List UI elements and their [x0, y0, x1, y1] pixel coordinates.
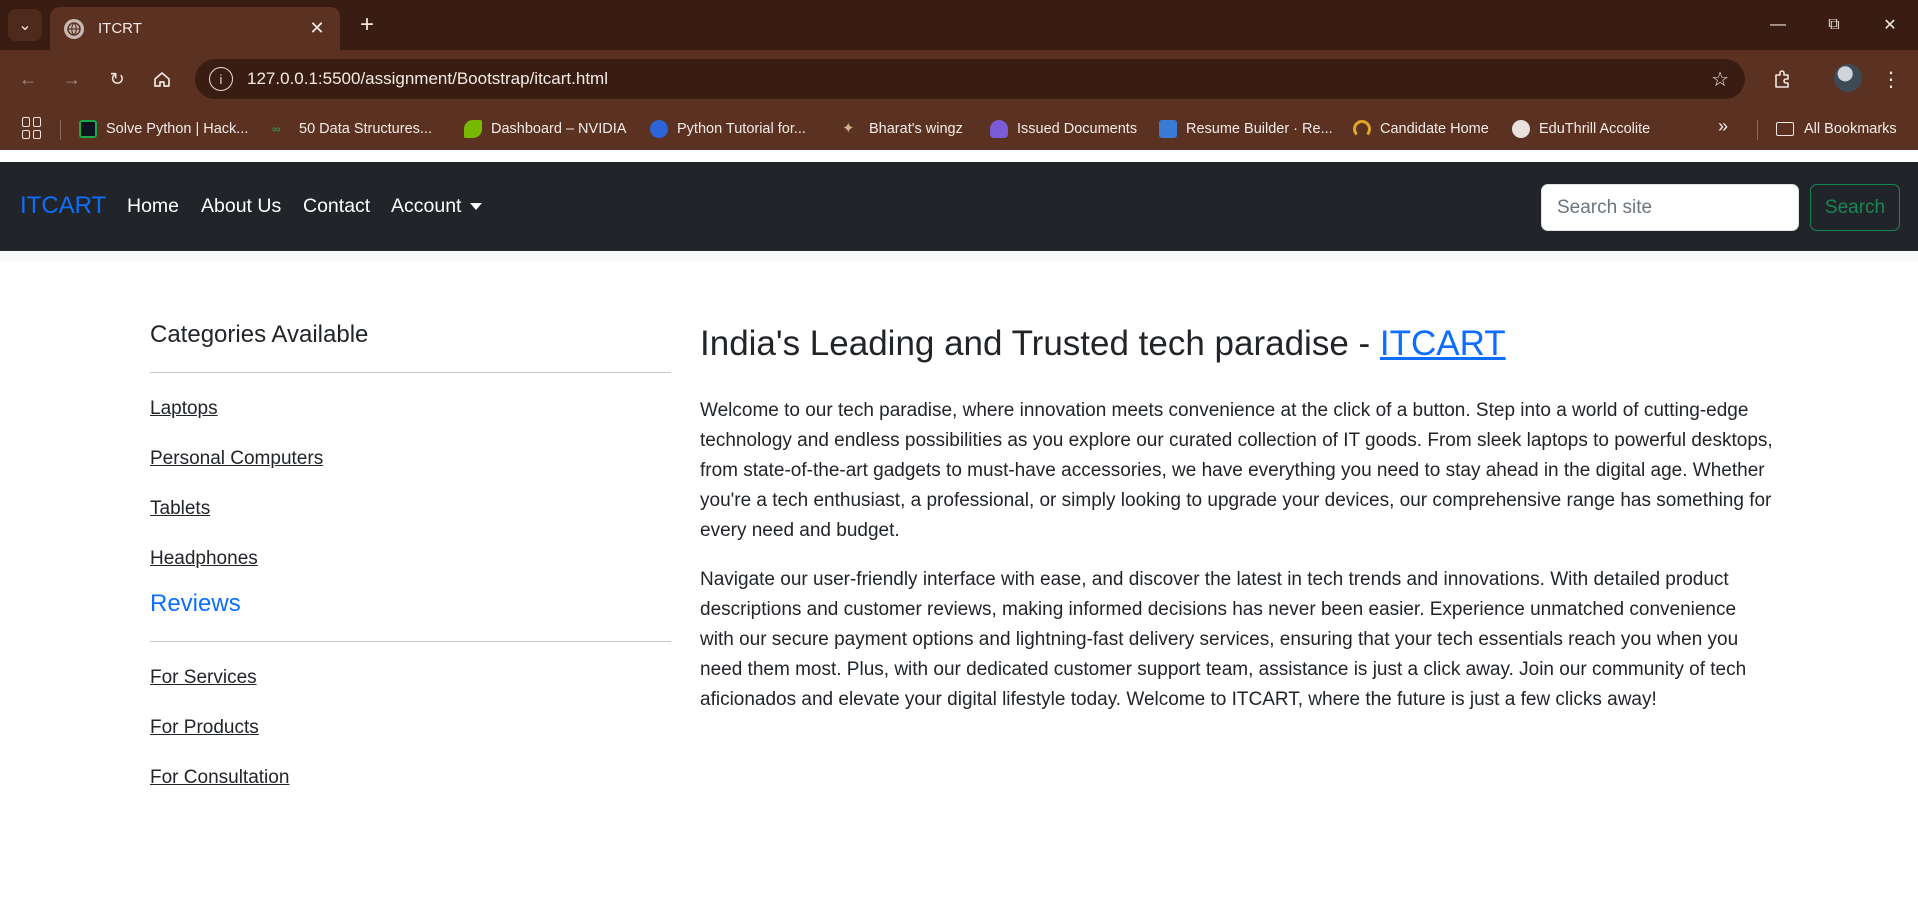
category-link-personal-computers[interactable]: Personal Computers: [150, 448, 671, 498]
nav-account-label: Account: [391, 195, 462, 217]
bookmark-label: Solve Python | Hack...: [106, 121, 249, 137]
bookmark-item[interactable]: Resume Builder · Re...: [1159, 108, 1333, 150]
tab-strip: ⌄ ITCRT ✕ + — ⧉ ✕: [0, 0, 1918, 50]
close-icon: ✕: [1883, 17, 1897, 34]
back-button[interactable]: ←: [12, 63, 44, 95]
nvidia-icon: [464, 120, 482, 138]
bookmark-label: EduThrill Accolite: [1539, 121, 1651, 137]
browser-menu-button[interactable]: ⋮: [1876, 63, 1906, 95]
category-link-tablets[interactable]: Tablets: [150, 498, 671, 548]
page-title-text: India's Leading and Trusted tech paradis…: [700, 324, 1380, 363]
minimize-icon: —: [1770, 16, 1786, 33]
puzzle-icon: [1775, 70, 1789, 88]
close-tab-icon[interactable]: ✕: [306, 18, 328, 39]
all-bookmarks-button[interactable]: All Bookmarks: [1776, 108, 1897, 150]
page-title: India's Leading and Trusted tech paradis…: [700, 321, 1775, 366]
browser-tab[interactable]: ITCRT ✕: [50, 7, 340, 50]
intro-paragraph: Welcome to our tech paradise, where inno…: [700, 400, 1773, 541]
tab-search-button[interactable]: ⌄: [8, 9, 42, 41]
itcart-link[interactable]: ITCART: [1380, 324, 1506, 363]
address-bar[interactable]: i 127.0.0.1:5500/assignment/Bootstrap/it…: [195, 59, 1745, 99]
categories-heading: Categories Available: [150, 321, 369, 348]
bookmarks-divider: [60, 120, 61, 140]
profile-avatar[interactable]: [1834, 64, 1862, 92]
resume-builder-icon: [1159, 120, 1177, 138]
review-link-products[interactable]: For Products: [150, 717, 671, 767]
eduthrill-icon: [1512, 120, 1530, 138]
review-link-services[interactable]: For Services: [150, 667, 671, 717]
nav-about-link[interactable]: About Us: [201, 195, 281, 218]
caret-down-icon: [470, 203, 483, 211]
search-input[interactable]: [1541, 184, 1799, 231]
bookmark-label: Bharat's wingz: [869, 121, 963, 137]
search-button[interactable]: Search: [1810, 184, 1900, 231]
forward-button[interactable]: →: [56, 63, 88, 95]
review-link-consultation[interactable]: For Consultation: [150, 767, 671, 817]
url-text[interactable]: 127.0.0.1:5500/assignment/Bootstrap/itca…: [247, 69, 1711, 89]
bookmark-item[interactable]: Python Tutorial for...: [650, 108, 806, 150]
geeksforgeeks-icon: ∞: [272, 122, 281, 136]
hackerrank-icon: [79, 120, 97, 138]
bookmark-item[interactable]: Solve Python | Hack...: [79, 108, 248, 150]
apps-grid-icon[interactable]: [22, 117, 44, 139]
close-window-button[interactable]: ✕: [1862, 0, 1918, 50]
bookmark-item[interactable]: EduThrill Accolite: [1512, 108, 1650, 150]
arrow-left-icon: ←: [19, 68, 37, 89]
page-viewport: ITCART Home About Us Contact Account Sea…: [0, 150, 1918, 921]
more-bookmarks-icon[interactable]: »: [1718, 116, 1728, 137]
nav-account-dropdown[interactable]: Account: [391, 195, 483, 218]
cloud-icon: [990, 120, 1008, 138]
minimize-button[interactable]: —: [1750, 0, 1806, 50]
all-bookmarks-label: All Bookmarks: [1804, 121, 1897, 137]
bookmark-item[interactable]: Issued Documents: [990, 108, 1137, 150]
main-content: India's Leading and Trusted tech paradis…: [700, 321, 1775, 715]
reload-icon: ↻: [109, 68, 125, 89]
reload-button[interactable]: ↻: [101, 63, 133, 95]
reviews-heading: Reviews: [150, 590, 241, 617]
folder-icon: [1776, 122, 1794, 136]
candidate-home-icon: [1353, 120, 1371, 138]
bookmark-label: Issued Documents: [1017, 121, 1138, 137]
bookmark-label: Python Tutorial for...: [677, 121, 806, 137]
bookmark-item[interactable]: Dashboard – NVIDIA: [464, 108, 626, 150]
bookmarks-bar: Solve Python | Hack... ∞ 50 Data Structu…: [0, 108, 1918, 150]
home-button[interactable]: [146, 63, 178, 95]
wings-icon: ✦: [842, 120, 855, 137]
bookmark-star-icon[interactable]: ☆: [1711, 67, 1729, 92]
site-navbar: ITCART Home About Us Contact Account Sea…: [0, 162, 1918, 251]
browser-toolbar: ← → ↻ i 127.0.0.1:5500/assignment/Bootst…: [0, 50, 1918, 108]
brand-logo[interactable]: ITCART: [20, 192, 106, 220]
tab-title: ITCRT: [98, 20, 142, 37]
restore-icon: ⧉: [1828, 16, 1840, 33]
chevron-down-icon: ⌄: [18, 17, 32, 34]
divider: [150, 372, 671, 373]
category-link-headphones[interactable]: Headphones: [150, 548, 671, 590]
navbar-bottom-band: [0, 251, 1918, 261]
bookmark-label: Resume Builder · Re...: [1186, 121, 1333, 137]
bookmark-item[interactable]: ✦ Bharat's wingz: [842, 108, 963, 150]
python-icon: [650, 120, 668, 138]
sidebar: Categories Available Laptops Personal Co…: [150, 321, 671, 817]
bookmark-label: Dashboard – NVIDIA: [491, 121, 627, 137]
nav-home-link[interactable]: Home: [127, 195, 179, 218]
bookmark-item[interactable]: Candidate Home: [1353, 108, 1489, 150]
second-paragraph: Navigate our user-friendly interface wit…: [700, 569, 1747, 710]
new-tab-button[interactable]: +: [352, 10, 382, 40]
site-info-icon[interactable]: i: [209, 67, 233, 91]
bookmark-item[interactable]: ∞ 50 Data Structures...: [272, 108, 432, 150]
extensions-button[interactable]: [1766, 63, 1798, 95]
page-top-strip: [0, 150, 1918, 162]
category-link-laptops[interactable]: Laptops: [150, 398, 671, 448]
globe-icon: [64, 18, 84, 39]
plus-icon: +: [359, 11, 374, 38]
divider: [150, 641, 671, 642]
arrow-right-icon: →: [63, 68, 81, 89]
nav-contact-link[interactable]: Contact: [303, 195, 370, 218]
bookmark-label: 50 Data Structures...: [299, 121, 432, 137]
home-icon: [154, 72, 170, 87]
bookmark-label: Candidate Home: [1380, 121, 1489, 137]
restore-button[interactable]: ⧉: [1806, 0, 1862, 50]
kebab-menu-icon: ⋮: [1881, 68, 1901, 91]
bookmarks-divider: [1757, 120, 1758, 140]
